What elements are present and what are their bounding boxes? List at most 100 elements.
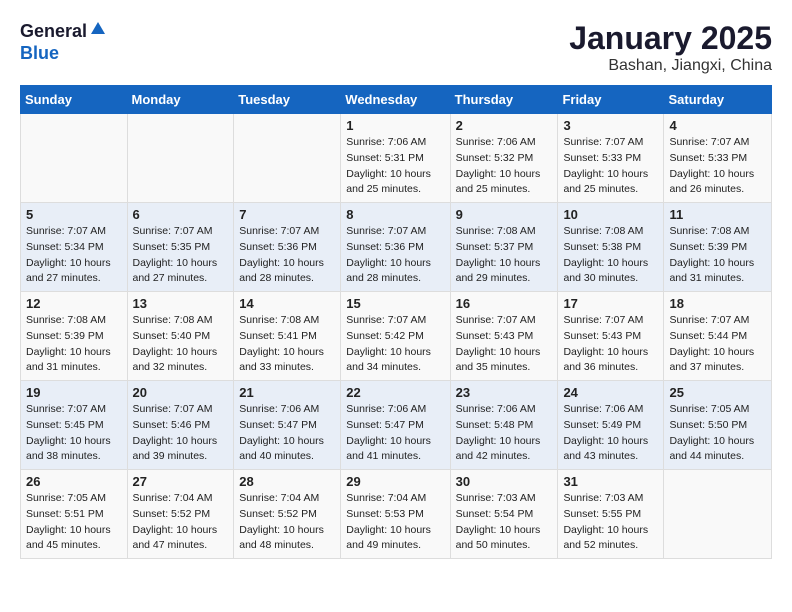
calendar-week-2: 5Sunrise: 7:07 AM Sunset: 5:34 PM Daylig…	[21, 203, 772, 292]
day-number: 9	[456, 207, 553, 222]
header-monday: Monday	[127, 86, 234, 114]
calendar-week-4: 19 Sunrise: 7:07 AM Sunset: 5:45 PM Dayli…	[21, 381, 772, 470]
day-number: 25	[669, 385, 766, 400]
day-info: Sunrise: 7:07 AM Sunset: 5:46 PM Dayligh…	[133, 402, 229, 465]
header-sunday: Sunday	[21, 86, 128, 114]
day-number: 15	[346, 296, 444, 311]
calendar-cell: 21 Sunrise: 7:06 AM Sunset: 5:47 PM Dayli…	[234, 381, 341, 470]
header-tuesday: Tuesday	[234, 86, 341, 114]
day-info: Sunrise: 7:08 AM Sunset: 5:39 PM Dayligh…	[669, 224, 766, 287]
day-info: Sunrise: 7:08 AM Sunset: 5:41 PM Dayligh…	[239, 313, 335, 376]
calendar-title: January 2025	[569, 20, 772, 57]
day-info: Sunrise: 7:04 AM Sunset: 5:52 PM Dayligh…	[133, 491, 229, 554]
calendar-cell: 8Sunrise: 7:07 AM Sunset: 5:36 PM Daylig…	[341, 203, 450, 292]
logo-icon	[89, 20, 107, 43]
calendar-cell: 24 Sunrise: 7:06 AM Sunset: 5:49 PM Dayli…	[558, 381, 664, 470]
calendar-cell: 1 Sunrise: 7:06 AM Sunset: 5:31 PM Daylig…	[341, 114, 450, 203]
title-block: January 2025 Bashan, Jiangxi, China	[569, 20, 772, 75]
calendar-cell: 20Sunrise: 7:07 AM Sunset: 5:46 PM Dayli…	[127, 381, 234, 470]
calendar-cell: 26 Sunrise: 7:05 AM Sunset: 5:51 PM Dayli…	[21, 470, 128, 559]
day-info: Sunrise: 7:08 AM Sunset: 5:38 PM Dayligh…	[563, 224, 658, 287]
calendar-cell	[234, 114, 341, 203]
day-info: Sunrise: 7:06 AM Sunset: 5:32 PM Dayligh…	[456, 135, 553, 198]
day-number: 18	[669, 296, 766, 311]
day-info: Sunrise: 7:08 AM Sunset: 5:37 PM Dayligh…	[456, 224, 553, 287]
calendar-cell: 31Sunrise: 7:03 AM Sunset: 5:55 PM Dayli…	[558, 470, 664, 559]
day-info: Sunrise: 7:08 AM Sunset: 5:39 PM Dayligh…	[26, 313, 122, 376]
day-number: 16	[456, 296, 553, 311]
calendar-cell: 16 Sunrise: 7:07 AM Sunset: 5:43 PM Dayli…	[450, 292, 558, 381]
header-wednesday: Wednesday	[341, 86, 450, 114]
logo: General Blue	[20, 20, 107, 64]
day-number: 11	[669, 207, 766, 222]
day-number: 23	[456, 385, 553, 400]
day-info: Sunrise: 7:06 AM Sunset: 5:49 PM Dayligh…	[563, 402, 658, 465]
day-info: Sunrise: 7:07 AM Sunset: 5:43 PM Dayligh…	[456, 313, 553, 376]
calendar-subtitle: Bashan, Jiangxi, China	[569, 57, 772, 75]
day-number: 28	[239, 474, 335, 489]
day-info: Sunrise: 7:06 AM Sunset: 5:47 PM Dayligh…	[239, 402, 335, 465]
day-info: Sunrise: 7:06 AM Sunset: 5:47 PM Dayligh…	[346, 402, 444, 465]
day-info: Sunrise: 7:07 AM Sunset: 5:45 PM Dayligh…	[26, 402, 122, 465]
calendar-cell: 29 Sunrise: 7:04 AM Sunset: 5:53 PM Dayli…	[341, 470, 450, 559]
day-number: 10	[563, 207, 658, 222]
calendar-cell: 30 Sunrise: 7:03 AM Sunset: 5:54 PM Dayli…	[450, 470, 558, 559]
day-number: 13	[133, 296, 229, 311]
calendar-week-5: 26 Sunrise: 7:05 AM Sunset: 5:51 PM Dayli…	[21, 470, 772, 559]
calendar-week-1: 1 Sunrise: 7:06 AM Sunset: 5:31 PM Daylig…	[21, 114, 772, 203]
day-number: 21	[239, 385, 335, 400]
day-info: Sunrise: 7:07 AM Sunset: 5:42 PM Dayligh…	[346, 313, 444, 376]
calendar-cell	[21, 114, 128, 203]
day-info: Sunrise: 7:05 AM Sunset: 5:51 PM Dayligh…	[26, 491, 122, 554]
calendar-week-3: 12 Sunrise: 7:08 AM Sunset: 5:39 PM Dayli…	[21, 292, 772, 381]
day-info: Sunrise: 7:04 AM Sunset: 5:52 PM Dayligh…	[239, 491, 335, 554]
day-number: 29	[346, 474, 444, 489]
day-info: Sunrise: 7:06 AM Sunset: 5:48 PM Dayligh…	[456, 402, 553, 465]
calendar-cell: 9 Sunrise: 7:08 AM Sunset: 5:37 PM Daylig…	[450, 203, 558, 292]
calendar-cell: 22 Sunrise: 7:06 AM Sunset: 5:47 PM Dayli…	[341, 381, 450, 470]
day-number: 12	[26, 296, 122, 311]
calendar-cell: 14 Sunrise: 7:08 AM Sunset: 5:41 PM Dayli…	[234, 292, 341, 381]
day-number: 14	[239, 296, 335, 311]
logo-general: General	[20, 21, 87, 42]
day-info: Sunrise: 7:06 AM Sunset: 5:31 PM Dayligh…	[346, 135, 444, 198]
day-info: Sunrise: 7:05 AM Sunset: 5:50 PM Dayligh…	[669, 402, 766, 465]
page-header: General Blue January 2025 Bashan, Jiangx…	[20, 20, 772, 75]
day-number: 27	[133, 474, 229, 489]
day-number: 17	[563, 296, 658, 311]
day-number: 22	[346, 385, 444, 400]
day-number: 2	[456, 118, 553, 133]
calendar-cell: 28 Sunrise: 7:04 AM Sunset: 5:52 PM Dayli…	[234, 470, 341, 559]
calendar-cell: 11 Sunrise: 7:08 AM Sunset: 5:39 PM Dayli…	[664, 203, 772, 292]
day-number: 24	[563, 385, 658, 400]
day-info: Sunrise: 7:07 AM Sunset: 5:33 PM Dayligh…	[563, 135, 658, 198]
day-info: Sunrise: 7:03 AM Sunset: 5:54 PM Dayligh…	[456, 491, 553, 554]
calendar-cell: 13 Sunrise: 7:08 AM Sunset: 5:40 PM Dayli…	[127, 292, 234, 381]
calendar-cell: 12 Sunrise: 7:08 AM Sunset: 5:39 PM Dayli…	[21, 292, 128, 381]
day-number: 1	[346, 118, 444, 133]
calendar-cell: 23 Sunrise: 7:06 AM Sunset: 5:48 PM Dayli…	[450, 381, 558, 470]
day-number: 30	[456, 474, 553, 489]
header-thursday: Thursday	[450, 86, 558, 114]
calendar-cell: 25 Sunrise: 7:05 AM Sunset: 5:50 PM Dayli…	[664, 381, 772, 470]
day-info: Sunrise: 7:07 AM Sunset: 5:35 PM Dayligh…	[133, 224, 229, 287]
calendar-cell: 10 Sunrise: 7:08 AM Sunset: 5:38 PM Dayli…	[558, 203, 664, 292]
day-info: Sunrise: 7:08 AM Sunset: 5:40 PM Dayligh…	[133, 313, 229, 376]
calendar-cell: 6 Sunrise: 7:07 AM Sunset: 5:35 PM Daylig…	[127, 203, 234, 292]
day-number: 6	[133, 207, 229, 222]
calendar-cell: 27 Sunrise: 7:04 AM Sunset: 5:52 PM Dayli…	[127, 470, 234, 559]
day-number: 26	[26, 474, 122, 489]
day-number: 4	[669, 118, 766, 133]
calendar-cell: 17Sunrise: 7:07 AM Sunset: 5:43 PM Dayli…	[558, 292, 664, 381]
day-info: Sunrise: 7:03 AM Sunset: 5:55 PM Dayligh…	[563, 491, 658, 554]
calendar-cell: 15 Sunrise: 7:07 AM Sunset: 5:42 PM Dayli…	[341, 292, 450, 381]
calendar-cell	[127, 114, 234, 203]
day-info: Sunrise: 7:07 AM Sunset: 5:33 PM Dayligh…	[669, 135, 766, 198]
calendar-cell: 2 Sunrise: 7:06 AM Sunset: 5:32 PM Daylig…	[450, 114, 558, 203]
day-number: 19	[26, 385, 122, 400]
calendar-cell: 4 Sunrise: 7:07 AM Sunset: 5:33 PM Daylig…	[664, 114, 772, 203]
day-info: Sunrise: 7:07 AM Sunset: 5:36 PM Dayligh…	[239, 224, 335, 287]
day-info: Sunrise: 7:04 AM Sunset: 5:53 PM Dayligh…	[346, 491, 444, 554]
calendar-cell	[664, 470, 772, 559]
calendar-cell: 5Sunrise: 7:07 AM Sunset: 5:34 PM Daylig…	[21, 203, 128, 292]
